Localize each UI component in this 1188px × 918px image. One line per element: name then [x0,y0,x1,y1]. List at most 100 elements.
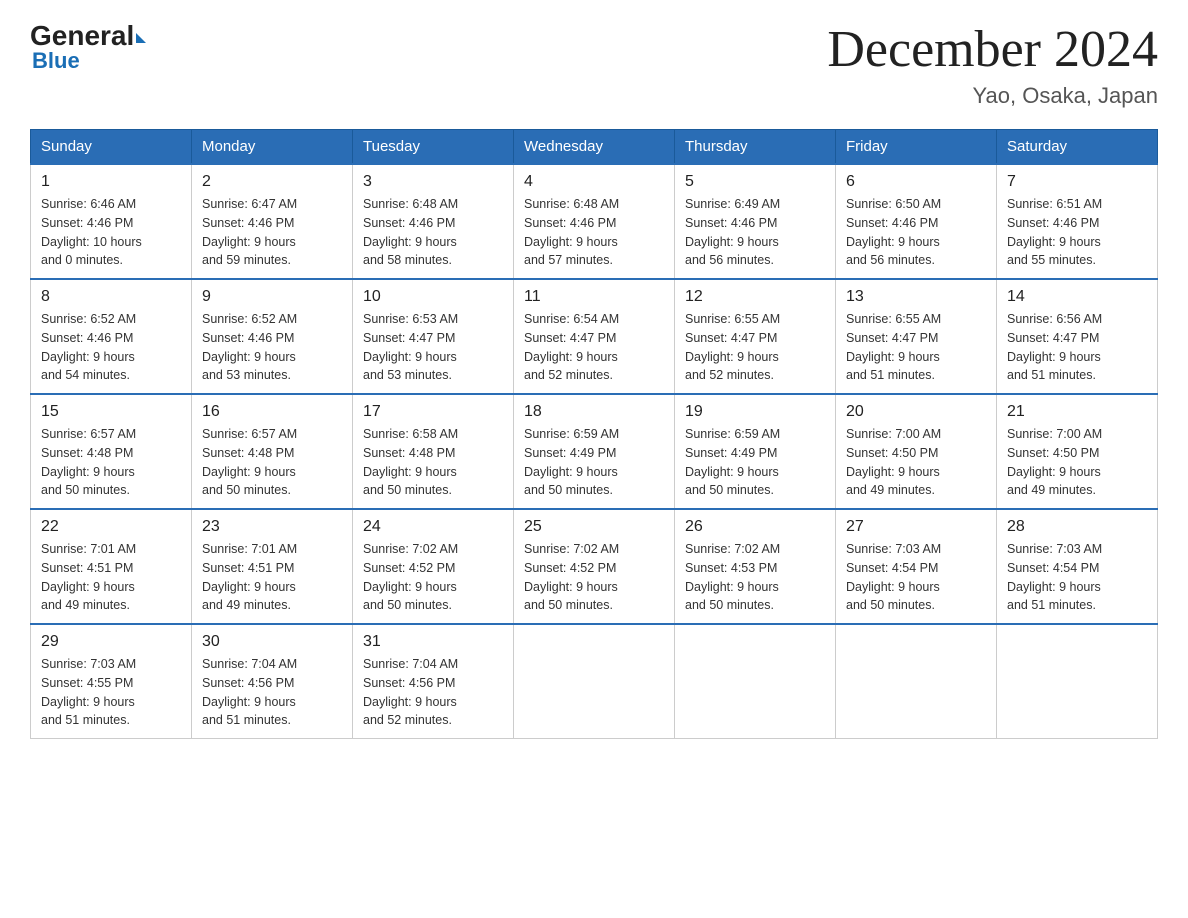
day-info: Sunrise: 6:52 AM Sunset: 4:46 PM Dayligh… [202,310,342,385]
calendar-cell: 18 Sunrise: 6:59 AM Sunset: 4:49 PM Dayl… [514,394,675,509]
day-header-sunday: Sunday [31,130,192,165]
day-info: Sunrise: 6:48 AM Sunset: 4:46 PM Dayligh… [363,195,503,270]
title-area: December 2024 Yao, Osaka, Japan [827,20,1158,109]
day-number: 12 [685,288,825,306]
calendar-cell: 29 Sunrise: 7:03 AM Sunset: 4:55 PM Dayl… [31,624,192,739]
calendar-cell: 12 Sunrise: 6:55 AM Sunset: 4:47 PM Dayl… [675,279,836,394]
calendar-cell: 6 Sunrise: 6:50 AM Sunset: 4:46 PM Dayli… [836,164,997,279]
calendar-cell: 24 Sunrise: 7:02 AM Sunset: 4:52 PM Dayl… [353,509,514,624]
day-number: 31 [363,633,503,651]
calendar-cell: 9 Sunrise: 6:52 AM Sunset: 4:46 PM Dayli… [192,279,353,394]
logo-blue-text: Blue [32,48,146,74]
day-info: Sunrise: 7:01 AM Sunset: 4:51 PM Dayligh… [41,540,181,615]
day-info: Sunrise: 7:02 AM Sunset: 4:52 PM Dayligh… [363,540,503,615]
calendar-cell: 16 Sunrise: 6:57 AM Sunset: 4:48 PM Dayl… [192,394,353,509]
day-info: Sunrise: 7:04 AM Sunset: 4:56 PM Dayligh… [363,655,503,730]
calendar-cell: 7 Sunrise: 6:51 AM Sunset: 4:46 PM Dayli… [997,164,1158,279]
day-number: 9 [202,288,342,306]
day-info: Sunrise: 6:58 AM Sunset: 4:48 PM Dayligh… [363,425,503,500]
calendar-cell: 25 Sunrise: 7:02 AM Sunset: 4:52 PM Dayl… [514,509,675,624]
day-header-tuesday: Tuesday [353,130,514,165]
calendar-cell: 22 Sunrise: 7:01 AM Sunset: 4:51 PM Dayl… [31,509,192,624]
day-number: 10 [363,288,503,306]
week-row-1: 1 Sunrise: 6:46 AM Sunset: 4:46 PM Dayli… [31,164,1158,279]
calendar-cell: 8 Sunrise: 6:52 AM Sunset: 4:46 PM Dayli… [31,279,192,394]
calendar-cell: 15 Sunrise: 6:57 AM Sunset: 4:48 PM Dayl… [31,394,192,509]
day-number: 23 [202,518,342,536]
day-header-friday: Friday [836,130,997,165]
calendar-cell: 27 Sunrise: 7:03 AM Sunset: 4:54 PM Dayl… [836,509,997,624]
day-number: 8 [41,288,181,306]
day-info: Sunrise: 7:03 AM Sunset: 4:54 PM Dayligh… [1007,540,1147,615]
day-info: Sunrise: 7:03 AM Sunset: 4:54 PM Dayligh… [846,540,986,615]
day-info: Sunrise: 7:03 AM Sunset: 4:55 PM Dayligh… [41,655,181,730]
day-info: Sunrise: 6:57 AM Sunset: 4:48 PM Dayligh… [41,425,181,500]
day-info: Sunrise: 6:50 AM Sunset: 4:46 PM Dayligh… [846,195,986,270]
day-info: Sunrise: 6:59 AM Sunset: 4:49 PM Dayligh… [524,425,664,500]
header-row: SundayMondayTuesdayWednesdayThursdayFrid… [31,130,1158,165]
day-number: 13 [846,288,986,306]
day-number: 25 [524,518,664,536]
calendar-cell: 1 Sunrise: 6:46 AM Sunset: 4:46 PM Dayli… [31,164,192,279]
calendar-cell: 17 Sunrise: 6:58 AM Sunset: 4:48 PM Dayl… [353,394,514,509]
day-info: Sunrise: 6:54 AM Sunset: 4:47 PM Dayligh… [524,310,664,385]
calendar-cell: 3 Sunrise: 6:48 AM Sunset: 4:46 PM Dayli… [353,164,514,279]
calendar-cell: 23 Sunrise: 7:01 AM Sunset: 4:51 PM Dayl… [192,509,353,624]
day-info: Sunrise: 6:55 AM Sunset: 4:47 PM Dayligh… [846,310,986,385]
day-number: 15 [41,403,181,421]
day-info: Sunrise: 7:01 AM Sunset: 4:51 PM Dayligh… [202,540,342,615]
calendar-cell [997,624,1158,739]
day-number: 3 [363,173,503,191]
day-info: Sunrise: 6:49 AM Sunset: 4:46 PM Dayligh… [685,195,825,270]
day-header-saturday: Saturday [997,130,1158,165]
calendar-cell: 13 Sunrise: 6:55 AM Sunset: 4:47 PM Dayl… [836,279,997,394]
calendar-cell: 21 Sunrise: 7:00 AM Sunset: 4:50 PM Dayl… [997,394,1158,509]
calendar-cell: 19 Sunrise: 6:59 AM Sunset: 4:49 PM Dayl… [675,394,836,509]
day-info: Sunrise: 6:51 AM Sunset: 4:46 PM Dayligh… [1007,195,1147,270]
day-number: 21 [1007,403,1147,421]
calendar-cell: 4 Sunrise: 6:48 AM Sunset: 4:46 PM Dayli… [514,164,675,279]
day-info: Sunrise: 6:46 AM Sunset: 4:46 PM Dayligh… [41,195,181,270]
calendar-subtitle: Yao, Osaka, Japan [827,83,1158,109]
day-number: 2 [202,173,342,191]
calendar-cell: 31 Sunrise: 7:04 AM Sunset: 4:56 PM Dayl… [353,624,514,739]
calendar-cell: 5 Sunrise: 6:49 AM Sunset: 4:46 PM Dayli… [675,164,836,279]
day-number: 6 [846,173,986,191]
day-number: 1 [41,173,181,191]
day-info: Sunrise: 6:47 AM Sunset: 4:46 PM Dayligh… [202,195,342,270]
day-number: 22 [41,518,181,536]
day-number: 24 [363,518,503,536]
day-info: Sunrise: 7:00 AM Sunset: 4:50 PM Dayligh… [846,425,986,500]
day-info: Sunrise: 6:53 AM Sunset: 4:47 PM Dayligh… [363,310,503,385]
calendar-cell: 30 Sunrise: 7:04 AM Sunset: 4:56 PM Dayl… [192,624,353,739]
day-info: Sunrise: 6:56 AM Sunset: 4:47 PM Dayligh… [1007,310,1147,385]
day-number: 26 [685,518,825,536]
week-row-5: 29 Sunrise: 7:03 AM Sunset: 4:55 PM Dayl… [31,624,1158,739]
day-number: 4 [524,173,664,191]
day-number: 7 [1007,173,1147,191]
day-info: Sunrise: 6:48 AM Sunset: 4:46 PM Dayligh… [524,195,664,270]
logo: General Blue [30,20,146,74]
day-number: 17 [363,403,503,421]
calendar-cell [836,624,997,739]
calendar-table: SundayMondayTuesdayWednesdayThursdayFrid… [30,129,1158,739]
calendar-cell [675,624,836,739]
day-header-wednesday: Wednesday [514,130,675,165]
day-header-monday: Monday [192,130,353,165]
day-info: Sunrise: 7:02 AM Sunset: 4:53 PM Dayligh… [685,540,825,615]
day-header-thursday: Thursday [675,130,836,165]
day-number: 19 [685,403,825,421]
calendar-cell [514,624,675,739]
day-number: 20 [846,403,986,421]
day-info: Sunrise: 6:55 AM Sunset: 4:47 PM Dayligh… [685,310,825,385]
day-info: Sunrise: 6:52 AM Sunset: 4:46 PM Dayligh… [41,310,181,385]
day-info: Sunrise: 6:57 AM Sunset: 4:48 PM Dayligh… [202,425,342,500]
calendar-cell: 10 Sunrise: 6:53 AM Sunset: 4:47 PM Dayl… [353,279,514,394]
logo-triangle-icon [136,33,146,43]
week-row-3: 15 Sunrise: 6:57 AM Sunset: 4:48 PM Dayl… [31,394,1158,509]
day-number: 18 [524,403,664,421]
day-number: 5 [685,173,825,191]
calendar-cell: 2 Sunrise: 6:47 AM Sunset: 4:46 PM Dayli… [192,164,353,279]
week-row-2: 8 Sunrise: 6:52 AM Sunset: 4:46 PM Dayli… [31,279,1158,394]
day-number: 27 [846,518,986,536]
